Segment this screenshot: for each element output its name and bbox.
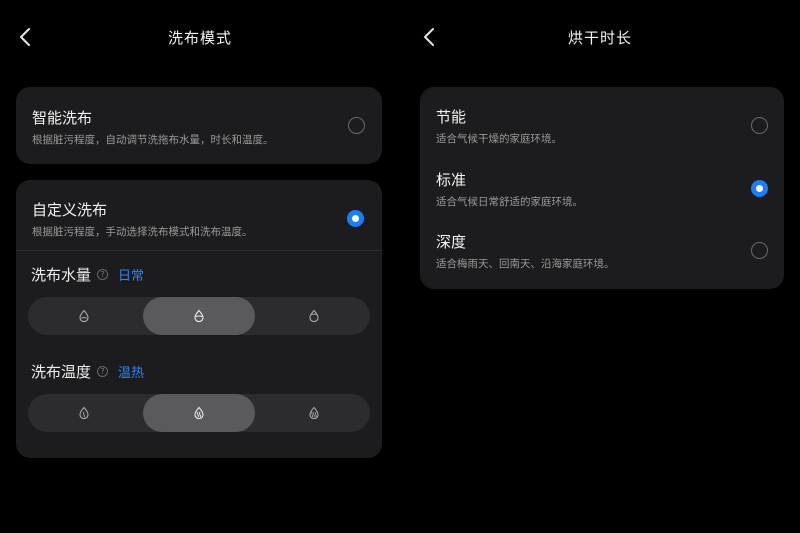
dry-options-card: 节能 适合气候干燥的家庭环境。 标准 适合气候日常舒适的家庭环境。 深度 适合梅… bbox=[420, 87, 784, 289]
option-desc: 适合气候日常舒适的家庭环境。 bbox=[436, 196, 583, 208]
option-desc: 适合梅雨天、回南天、沿海家庭环境。 bbox=[436, 258, 615, 270]
page-title: 洗布模式 bbox=[167, 29, 232, 47]
water-high-option[interactable] bbox=[257, 297, 370, 335]
divider bbox=[16, 250, 382, 251]
water-medium-icon bbox=[194, 309, 204, 323]
water-low-option[interactable] bbox=[28, 297, 141, 335]
smart-wash-card[interactable]: 智能洗布 根据脏污程度，自动调节洗拖布水量，时长和温度。 bbox=[16, 87, 382, 164]
option-desc: 根据脏污程度，自动调节洗拖布水量，时长和温度。 bbox=[32, 134, 274, 146]
option-title: 标准 bbox=[436, 171, 467, 189]
option-desc: 适合气候干燥的家庭环境。 bbox=[436, 133, 562, 145]
water-amount-segmented-control bbox=[28, 297, 370, 335]
temp-warm-icon bbox=[194, 406, 204, 420]
option-text: 标准 适合气候日常舒适的家庭环境。 bbox=[436, 170, 583, 210]
water-temp-label: 洗布温度 bbox=[31, 363, 92, 381]
smart-wash-option: 智能洗布 根据脏污程度，自动调节洗拖布水量，时长和温度。 bbox=[32, 108, 274, 148]
water-temp-row: 洗布温度 ? 温热 bbox=[31, 361, 144, 382]
smart-wash-radio[interactable] bbox=[348, 117, 365, 134]
option-desc: 根据脏污程度，手动选择洗布模式和洗布温度。 bbox=[32, 226, 253, 238]
dry-deep-radio[interactable] bbox=[751, 242, 768, 259]
dry-eco-radio[interactable] bbox=[751, 117, 768, 134]
water-low-icon bbox=[79, 309, 89, 323]
temp-normal-option[interactable] bbox=[28, 394, 141, 432]
custom-wash-radio[interactable] bbox=[347, 210, 364, 227]
temp-normal-icon bbox=[79, 406, 89, 420]
temp-hot-icon bbox=[309, 406, 319, 420]
wash-mode-screen: 洗布模式 智能洗布 根据脏污程度，自动调节洗拖布水量，时长和温度。 自定义洗布 … bbox=[0, 0, 400, 533]
header: 烘干时长 bbox=[400, 0, 800, 76]
info-icon[interactable]: ? bbox=[97, 269, 109, 280]
option-title: 节能 bbox=[436, 108, 467, 126]
option-title: 智能洗布 bbox=[32, 109, 93, 127]
water-high-icon bbox=[309, 309, 319, 323]
water-amount-label: 洗布水量 bbox=[31, 266, 92, 284]
custom-wash-card: 自定义洗布 根据脏污程度，手动选择洗布模式和洗布温度。 洗布水量 ? 日常 洗布… bbox=[16, 180, 382, 458]
water-temp-value: 温热 bbox=[118, 366, 145, 381]
temp-warm-option[interactable] bbox=[142, 394, 256, 432]
option-text: 节能 适合气候干燥的家庭环境。 bbox=[436, 107, 562, 147]
water-amount-row: 洗布水量 ? 日常 bbox=[31, 264, 144, 285]
custom-wash-option[interactable]: 自定义洗布 根据脏污程度，手动选择洗布模式和洗布温度。 bbox=[32, 200, 253, 240]
water-amount-value: 日常 bbox=[118, 269, 145, 284]
page-title: 烘干时长 bbox=[567, 29, 632, 47]
option-title: 自定义洗布 bbox=[32, 201, 108, 219]
water-temp-segmented-control bbox=[28, 394, 370, 432]
water-medium-option[interactable] bbox=[142, 297, 256, 335]
temp-hot-option[interactable] bbox=[257, 394, 370, 432]
dry-duration-screen: 烘干时长 节能 适合气候干燥的家庭环境。 标准 适合气候日常舒适的家庭环境。 深… bbox=[400, 0, 800, 533]
dry-standard-radio[interactable] bbox=[751, 180, 768, 197]
option-text: 深度 适合梅雨天、回南天、沿海家庭环境。 bbox=[436, 232, 615, 272]
option-title: 深度 bbox=[436, 233, 467, 251]
header: 洗布模式 bbox=[0, 0, 400, 76]
info-icon[interactable]: ? bbox=[97, 366, 109, 377]
